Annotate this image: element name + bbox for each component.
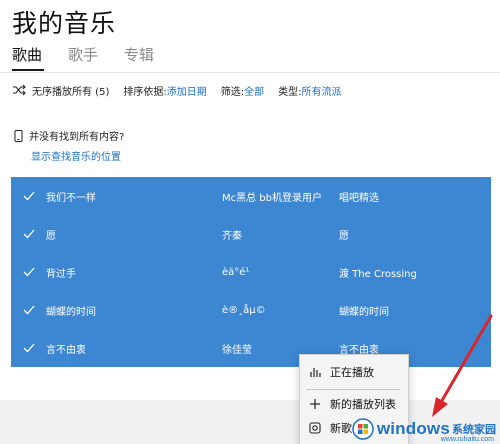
check-icon[interactable] [23, 229, 35, 239]
song-row[interactable]: 言不由衷 徐佳莹 言不由衷 [11, 329, 491, 367]
filter-value[interactable]: 全部 [244, 83, 264, 98]
song-album: 蝴蝶的时间 [339, 306, 389, 318]
check-icon[interactable] [23, 343, 35, 353]
menu-item-new-playlist[interactable]: 新的播放列表 [300, 393, 410, 415]
toolbar: 无序播放所有 (5) 排序依据: 添加日期 筛选: 全部 类型: 所有流派 [12, 83, 355, 98]
song-artist: 齐秦 [222, 230, 242, 242]
sort-value[interactable]: 添加日期 [167, 83, 207, 98]
genre-label: 类型: [278, 86, 302, 98]
song-row[interactable]: 蝴蝶的时间 è®¸åµ© 蝴蝶的时间 [11, 291, 491, 329]
page-title: 我的音乐 [12, 9, 117, 38]
song-album: 唱吧精选 [339, 192, 379, 204]
genre-control[interactable]: 类型: 所有流派 [278, 83, 341, 98]
menu-item-label: 正在播放 [330, 366, 374, 379]
genre-value[interactable]: 所有流派 [301, 83, 341, 98]
device-icon [14, 129, 23, 142]
shuffle-icon [13, 84, 26, 96]
song-artist: èä°é¹ [222, 266, 250, 278]
missing-content-notice: 并没有找到所有内容? 显示查找音乐的位置 [14, 128, 124, 163]
plus-icon [310, 399, 320, 409]
song-album: 愿 [339, 230, 349, 242]
sort-label: 排序依据: [123, 86, 167, 98]
tab-albums[interactable]: 专辑 [124, 44, 154, 66]
filter-label: 筛选: [220, 86, 245, 98]
equalizer-icon [310, 368, 321, 377]
song-album: 渡 The Crossing [339, 268, 417, 280]
tab-artists[interactable]: 歌手 [68, 44, 98, 66]
song-list: 我们不一样 Mc黑总 bb机登录用户 唱吧精选 愿 齐秦 愿 背过手 èä°é¹… [11, 177, 491, 367]
check-icon[interactable] [23, 305, 35, 315]
song-row[interactable]: 愿 齐秦 愿 [11, 215, 491, 253]
menu-separator [306, 389, 400, 390]
watermark-suffix: 系统家园 [452, 424, 496, 436]
menu-item-now-playing[interactable]: 正在播放 [300, 361, 410, 383]
show-music-locations-link[interactable]: 显示查找音乐的位置 [31, 148, 124, 163]
playlist-icon [309, 422, 321, 434]
watermark: windows 系统家园 www.ruhaitu.com [352, 416, 496, 443]
check-icon[interactable] [23, 267, 35, 277]
song-artist: 徐佳莹 [222, 344, 252, 356]
song-title: 愿 [46, 230, 56, 242]
header-divider [0, 72, 500, 73]
song-row[interactable]: 我们不一样 Mc黑总 bb机登录用户 唱吧精选 [11, 177, 491, 215]
song-row[interactable]: 背过手 èä°é¹ 渡 The Crossing [11, 253, 491, 291]
song-title: 言不由衷 [46, 344, 86, 356]
menu-item-label: 新歌 [330, 422, 352, 435]
notice-text: 并没有找到所有内容? [29, 132, 125, 143]
tab-bar: 歌曲 歌手 专辑 [12, 44, 180, 66]
song-artist: Mc黑总 bb机登录用户 [222, 192, 322, 204]
shuffle-all-label: 无序播放所有 (5) [32, 86, 110, 98]
tab-songs[interactable]: 歌曲 [12, 44, 42, 66]
song-title: 蝴蝶的时间 [46, 306, 96, 318]
watermark-url: www.ruhaitu.com [440, 436, 494, 443]
shuffle-all-button[interactable]: 无序播放所有 (5) [12, 83, 109, 98]
song-artist: è®¸åµ© [222, 304, 266, 316]
menu-item-label: 新的播放列表 [330, 398, 396, 411]
song-title: 背过手 [46, 268, 76, 280]
watermark-brand: windows [376, 419, 450, 438]
filter-control[interactable]: 筛选: 全部 [221, 83, 264, 98]
song-title: 我们不一样 [46, 192, 96, 204]
windows-logo-icon [352, 418, 374, 440]
check-icon[interactable] [23, 191, 35, 201]
sort-by-control[interactable]: 排序依据: 添加日期 [123, 83, 206, 98]
active-tab-indicator [12, 69, 44, 71]
